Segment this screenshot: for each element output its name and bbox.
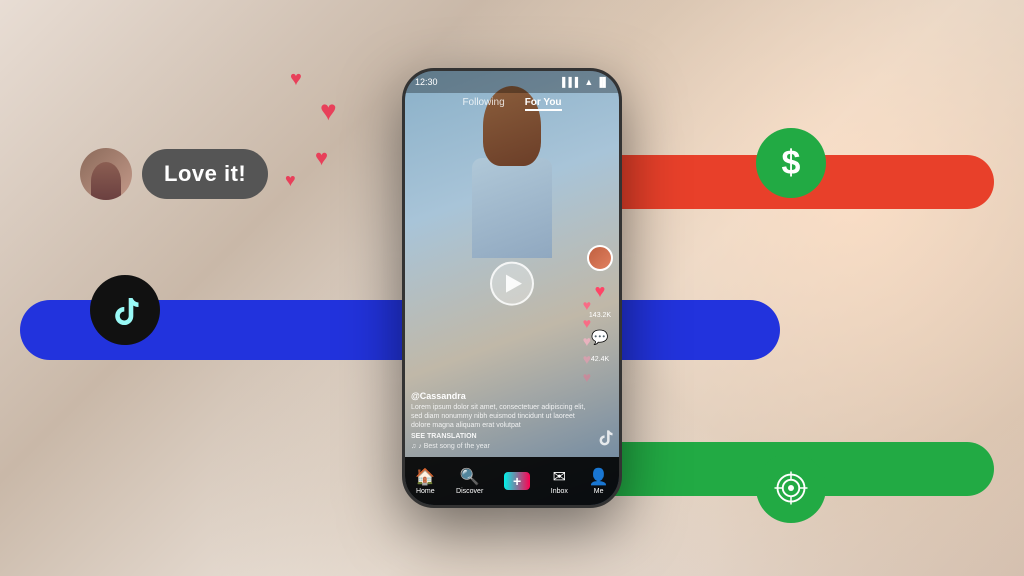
- music-text: ♪ Best song of the year: [418, 443, 490, 450]
- wifi-icon: ▲: [584, 77, 593, 87]
- battery-icon: ▐▌: [596, 77, 609, 87]
- tab-for-you[interactable]: For You: [525, 97, 562, 111]
- comment-icon[interactable]: 💬: [591, 329, 608, 346]
- inbox-icon: ✉: [553, 467, 566, 487]
- video-hearts: ♥ ♥ ♥ ♥ ♥: [583, 297, 591, 385]
- nav-me-label: Me: [594, 488, 604, 495]
- music-icon: ♫: [411, 443, 416, 450]
- phone-body: 12:30 ▌▌▌ ▲ ▐▌ Following For You ♥ 1: [402, 68, 622, 508]
- caption-music: ♫ ♪ Best song of the year: [411, 443, 589, 450]
- avatar-figure: [91, 162, 121, 200]
- nav-home[interactable]: 🏠 Home: [415, 467, 435, 495]
- vid-heart-5: ♥: [583, 369, 591, 385]
- dollar-icon: $: [782, 144, 801, 183]
- love-text: Love it!: [142, 149, 268, 199]
- target-icon: [773, 470, 809, 506]
- creator-avatar[interactable]: [587, 245, 613, 271]
- caption-username[interactable]: @Cassandra: [411, 391, 589, 401]
- nav-inbox-label: Inbox: [551, 488, 568, 495]
- phone-mockup: 12:30 ▌▌▌ ▲ ▐▌ Following For You ♥ 1: [402, 68, 622, 508]
- caption-translation[interactable]: SEE TRANSLATION: [411, 433, 589, 440]
- nav-home-label: Home: [416, 488, 435, 495]
- nav-discover[interactable]: 🔍 Discover: [456, 467, 483, 495]
- vid-heart-1: ♥: [583, 297, 591, 313]
- bottom-nav: 🏠 Home 🔍 Discover + ✉ Inbox 👤 Me: [405, 457, 619, 505]
- discover-icon: 🔍: [460, 467, 480, 487]
- floating-heart-4: ♥: [285, 170, 296, 191]
- video-figure: [442, 101, 582, 361]
- caption-text: Lorem ipsum dolor sit amet, consectetuer…: [411, 403, 589, 430]
- tiktok-icon: [107, 292, 143, 328]
- play-icon: [506, 275, 522, 293]
- target-circle[interactable]: [756, 453, 826, 523]
- status-time: 12:30: [415, 77, 438, 87]
- like-button[interactable]: ♥: [595, 281, 606, 302]
- status-bar: 12:30 ▌▌▌ ▲ ▐▌: [405, 71, 619, 93]
- comment-count: 42.4K: [591, 356, 609, 363]
- home-icon: 🏠: [415, 467, 435, 487]
- floating-heart-2: ♥: [320, 95, 337, 127]
- vid-heart-2: ♥: [583, 315, 591, 331]
- like-count: 143.2K: [589, 312, 611, 319]
- tab-following[interactable]: Following: [462, 97, 504, 111]
- figure-body: [472, 158, 552, 258]
- floating-heart-3: ♥: [315, 145, 328, 171]
- nav-inbox[interactable]: ✉ Inbox: [551, 467, 568, 495]
- status-indicators: ▌▌▌ ▲ ▐▌: [562, 77, 609, 87]
- nav-create[interactable]: +: [504, 472, 530, 490]
- dollar-circle[interactable]: $: [756, 128, 826, 198]
- nav-me[interactable]: 👤 Me: [589, 467, 609, 495]
- video-caption: @Cassandra Lorem ipsum dolor sit amet, c…: [411, 391, 589, 450]
- profile-icon: 👤: [589, 467, 609, 487]
- tiktok-circle[interactable]: [90, 275, 160, 345]
- love-bubble: Love it!: [80, 148, 268, 200]
- tiktok-watermark: [595, 427, 615, 450]
- phone-screen: 12:30 ▌▌▌ ▲ ▐▌ Following For You ♥ 1: [405, 71, 619, 505]
- floating-heart-1: ♥: [290, 68, 302, 91]
- play-button[interactable]: [490, 262, 534, 306]
- nav-tabs[interactable]: Following For You: [405, 93, 619, 115]
- user-avatar: [80, 148, 132, 200]
- nav-discover-label: Discover: [456, 488, 483, 495]
- signal-icon: ▌▌▌: [562, 77, 581, 87]
- create-button[interactable]: +: [504, 472, 530, 490]
- vid-heart-3: ♥: [583, 333, 591, 349]
- vid-heart-4: ♥: [583, 351, 591, 367]
